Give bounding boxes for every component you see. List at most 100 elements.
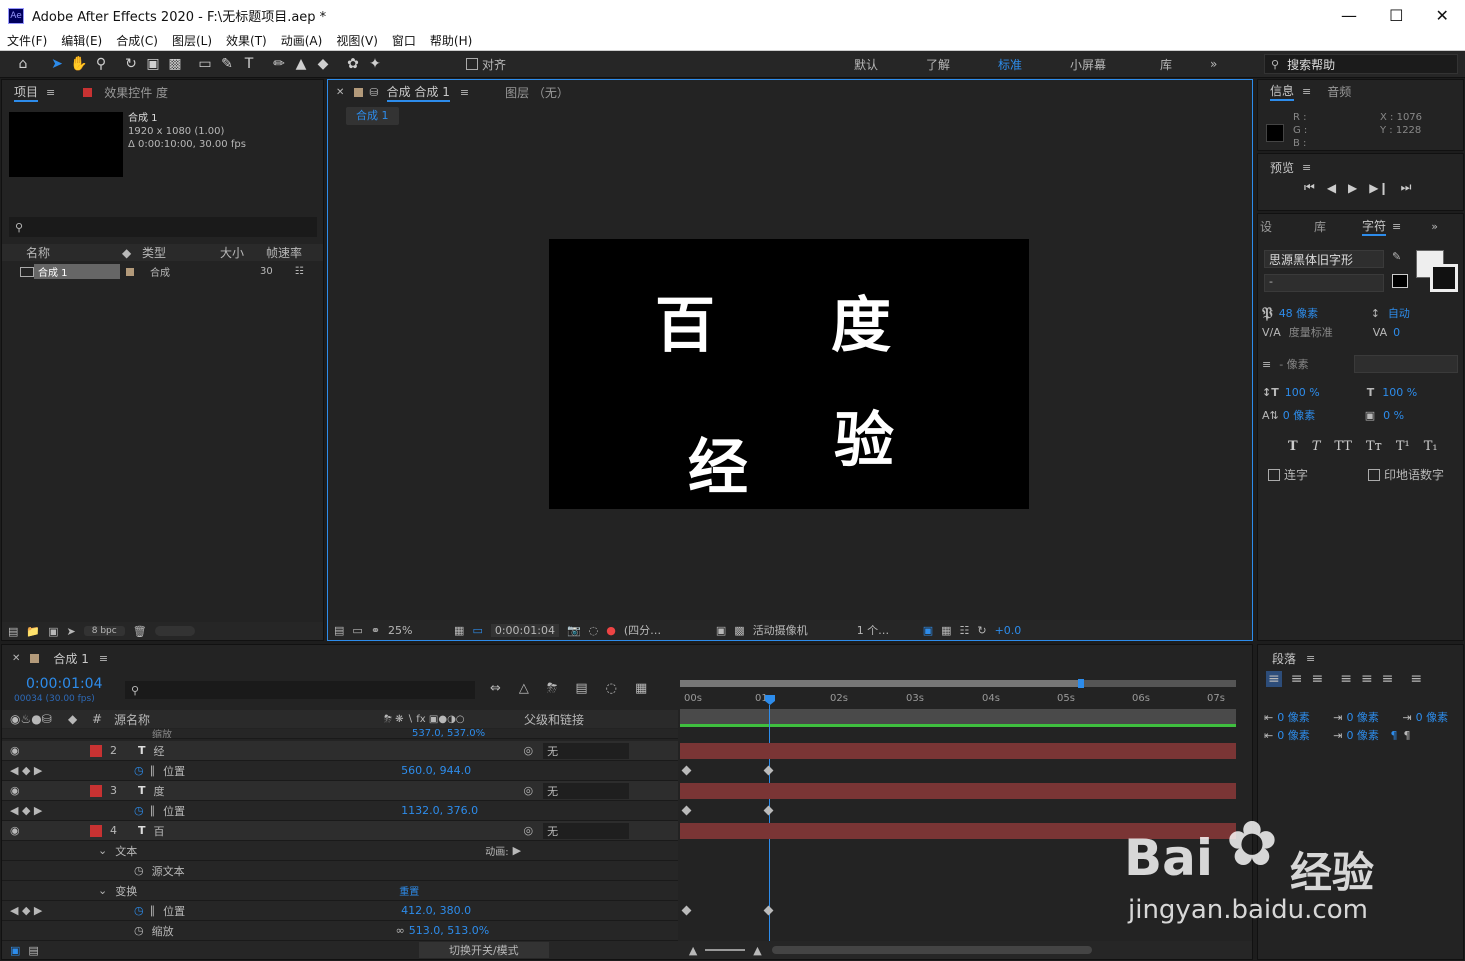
- delete-icon[interactable]: 🗑: [133, 625, 147, 638]
- justify-left-icon[interactable]: ≡: [1340, 671, 1352, 687]
- layer-row[interactable]: ◉ 3 T 度 ◎ 无: [2, 781, 678, 801]
- last-frame-icon[interactable]: ⏭: [1401, 180, 1412, 195]
- text-layer-jing[interactable]: 经: [688, 419, 748, 506]
- stopwatch-icon[interactable]: ◷: [134, 764, 144, 777]
- reset-exposure-icon[interactable]: ↻: [977, 624, 986, 637]
- all-caps-button[interactable]: TT: [1334, 439, 1352, 454]
- align-checkbox[interactable]: [466, 58, 478, 70]
- tab-audio[interactable]: 音频: [1327, 83, 1351, 100]
- menu-window[interactable]: 窗口: [385, 32, 423, 49]
- workspace-library[interactable]: 库: [1160, 56, 1210, 73]
- roi-icon[interactable]: ▣: [716, 624, 726, 637]
- tab-settings[interactable]: 设: [1260, 218, 1272, 235]
- parent-select[interactable]: 无: [543, 782, 630, 799]
- stroke-color-swatch[interactable]: [1430, 264, 1458, 292]
- keyframe[interactable]: [681, 765, 692, 776]
- graph-icon[interactable]: ∥: [150, 804, 156, 817]
- more-workspaces-icon[interactable]: »: [1210, 57, 1217, 71]
- stroke-type-select[interactable]: [1353, 355, 1458, 373]
- prev-frame-icon[interactable]: ◀: [1327, 181, 1336, 195]
- reset-link[interactable]: 重置: [399, 883, 419, 898]
- pickwhip-icon[interactable]: ◎: [524, 824, 534, 837]
- ligature-checkbox[interactable]: [1268, 468, 1280, 481]
- tab-library[interactable]: 库: [1314, 218, 1326, 235]
- pen-tool-icon[interactable]: ✎: [216, 53, 238, 75]
- comp-canvas[interactable]: 百 度 经 验: [549, 239, 1029, 509]
- tab-effect-controls[interactable]: 效果控件 度: [104, 84, 168, 101]
- justify-all-icon[interactable]: ≡: [1410, 671, 1422, 687]
- space-before-value[interactable]: 0 像素: [1277, 727, 1333, 743]
- indent-right-value[interactable]: 0 像素: [1346, 709, 1402, 725]
- tracking-value[interactable]: 0: [1393, 326, 1400, 339]
- col-source-name[interactable]: 源名称: [114, 711, 384, 728]
- property-row[interactable]: ◷ 源文本: [2, 861, 678, 881]
- eraser-tool-icon[interactable]: ◆: [312, 53, 334, 75]
- swap-colors-icon[interactable]: [1392, 274, 1408, 288]
- group-row[interactable]: ⌄ 变换 重置: [2, 881, 678, 901]
- home-icon[interactable]: ⌂: [12, 53, 34, 75]
- tab-composition[interactable]: 合成 合成 1: [386, 83, 450, 102]
- panel-menu-icon[interactable]: ≡: [1302, 161, 1311, 174]
- layer-switches-icon[interactable]: ▤: [28, 944, 38, 957]
- menu-layer[interactable]: 图层(L): [165, 32, 219, 49]
- zoom-tool-icon[interactable]: ⚲: [90, 53, 112, 75]
- stopwatch-icon[interactable]: ◷: [134, 904, 144, 917]
- stopwatch-icon[interactable]: ◷: [134, 864, 144, 877]
- render-queue-icon[interactable]: ➤: [67, 625, 76, 638]
- col-fps[interactable]: 帧速率: [266, 244, 302, 261]
- keyframe-nav-icon[interactable]: ◀ ◆ ▶: [10, 764, 130, 777]
- camera-select[interactable]: 活动摄像机: [753, 622, 849, 638]
- panel-menu-icon[interactable]: ≡: [1306, 652, 1315, 665]
- font-family-select[interactable]: 思源黑体旧字形: [1264, 250, 1384, 268]
- panel-menu-icon[interactable]: ≡: [1302, 85, 1311, 98]
- panel-menu-icon[interactable]: ≡: [46, 86, 55, 99]
- hindi-digits-checkbox[interactable]: [1368, 468, 1380, 481]
- comp-breadcrumb[interactable]: 合成 1: [346, 107, 399, 125]
- tab-timeline[interactable]: 合成 1: [53, 650, 88, 667]
- property-row[interactable]: 缩放 537.0, 537.0%: [2, 729, 678, 739]
- puppet-tool-icon[interactable]: ✦: [364, 53, 386, 75]
- minimize-icon[interactable]: —: [1341, 6, 1357, 25]
- align-left-icon[interactable]: ≡: [1266, 671, 1282, 687]
- snapshot-icon[interactable]: 📷: [567, 624, 581, 637]
- always-preview-icon[interactable]: ▤: [334, 624, 344, 637]
- keyframe[interactable]: [763, 805, 774, 816]
- timeline-icon[interactable]: ▦: [941, 624, 951, 637]
- pan-behind-tool-icon[interactable]: ▩: [164, 53, 186, 75]
- project-item[interactable]: 合成 1 合成 30 ☷: [2, 263, 323, 280]
- keyframe[interactable]: [763, 765, 774, 776]
- justify-right-icon[interactable]: ≡: [1382, 671, 1394, 687]
- toggle-switches-modes[interactable]: 切换开关/模式: [418, 942, 549, 958]
- graph-icon[interactable]: ∥: [150, 764, 156, 777]
- pickwhip-icon[interactable]: ◎: [524, 744, 534, 757]
- tab-paragraph[interactable]: 段落: [1272, 650, 1296, 667]
- clone-stamp-tool-icon[interactable]: ▲: [290, 53, 312, 75]
- eyedropper-icon[interactable]: ✎: [1392, 250, 1401, 263]
- panel-menu-icon[interactable]: ≡: [460, 86, 469, 99]
- zoom-select[interactable]: 25%: [388, 624, 446, 637]
- help-search-input[interactable]: 搜索帮助: [1287, 56, 1335, 73]
- panel-menu-icon[interactable]: ≡: [1392, 220, 1401, 233]
- region-icon[interactable]: ▭: [472, 624, 482, 637]
- prop-value[interactable]: 412.0, 380.0: [401, 904, 471, 917]
- prop-value[interactable]: 513.0, 513.0%: [409, 924, 489, 937]
- new-comp-icon[interactable]: ▣: [48, 625, 58, 638]
- keyframe-nav-icon[interactable]: ◀ ◆ ▶: [10, 904, 130, 917]
- tsume-value[interactable]: 0 %: [1383, 409, 1404, 422]
- tab-layer[interactable]: 图层 （无）: [505, 84, 569, 101]
- channel-icon[interactable]: ●: [606, 624, 616, 637]
- hide-shy-icon[interactable]: ⛈: [547, 681, 557, 696]
- label-color[interactable]: [90, 784, 102, 797]
- eye-icon[interactable]: ◉: [10, 824, 80, 837]
- resolution-select[interactable]: (四分…: [624, 622, 708, 638]
- font-size-value[interactable]: 48 像素: [1279, 305, 1353, 321]
- views-select[interactable]: 1 个…: [857, 622, 915, 638]
- more-panels-icon[interactable]: »: [1431, 220, 1438, 233]
- keyframe[interactable]: [681, 805, 692, 816]
- ltr-direction-icon[interactable]: ¶: [1390, 729, 1397, 742]
- eye-icon[interactable]: ◉: [10, 784, 80, 797]
- menu-help[interactable]: 帮助(H): [423, 32, 479, 49]
- prop-value[interactable]: 537.0, 537.0%: [412, 729, 485, 738]
- align-right-icon[interactable]: ≡: [1311, 671, 1323, 687]
- layer-bar[interactable]: [680, 783, 1236, 799]
